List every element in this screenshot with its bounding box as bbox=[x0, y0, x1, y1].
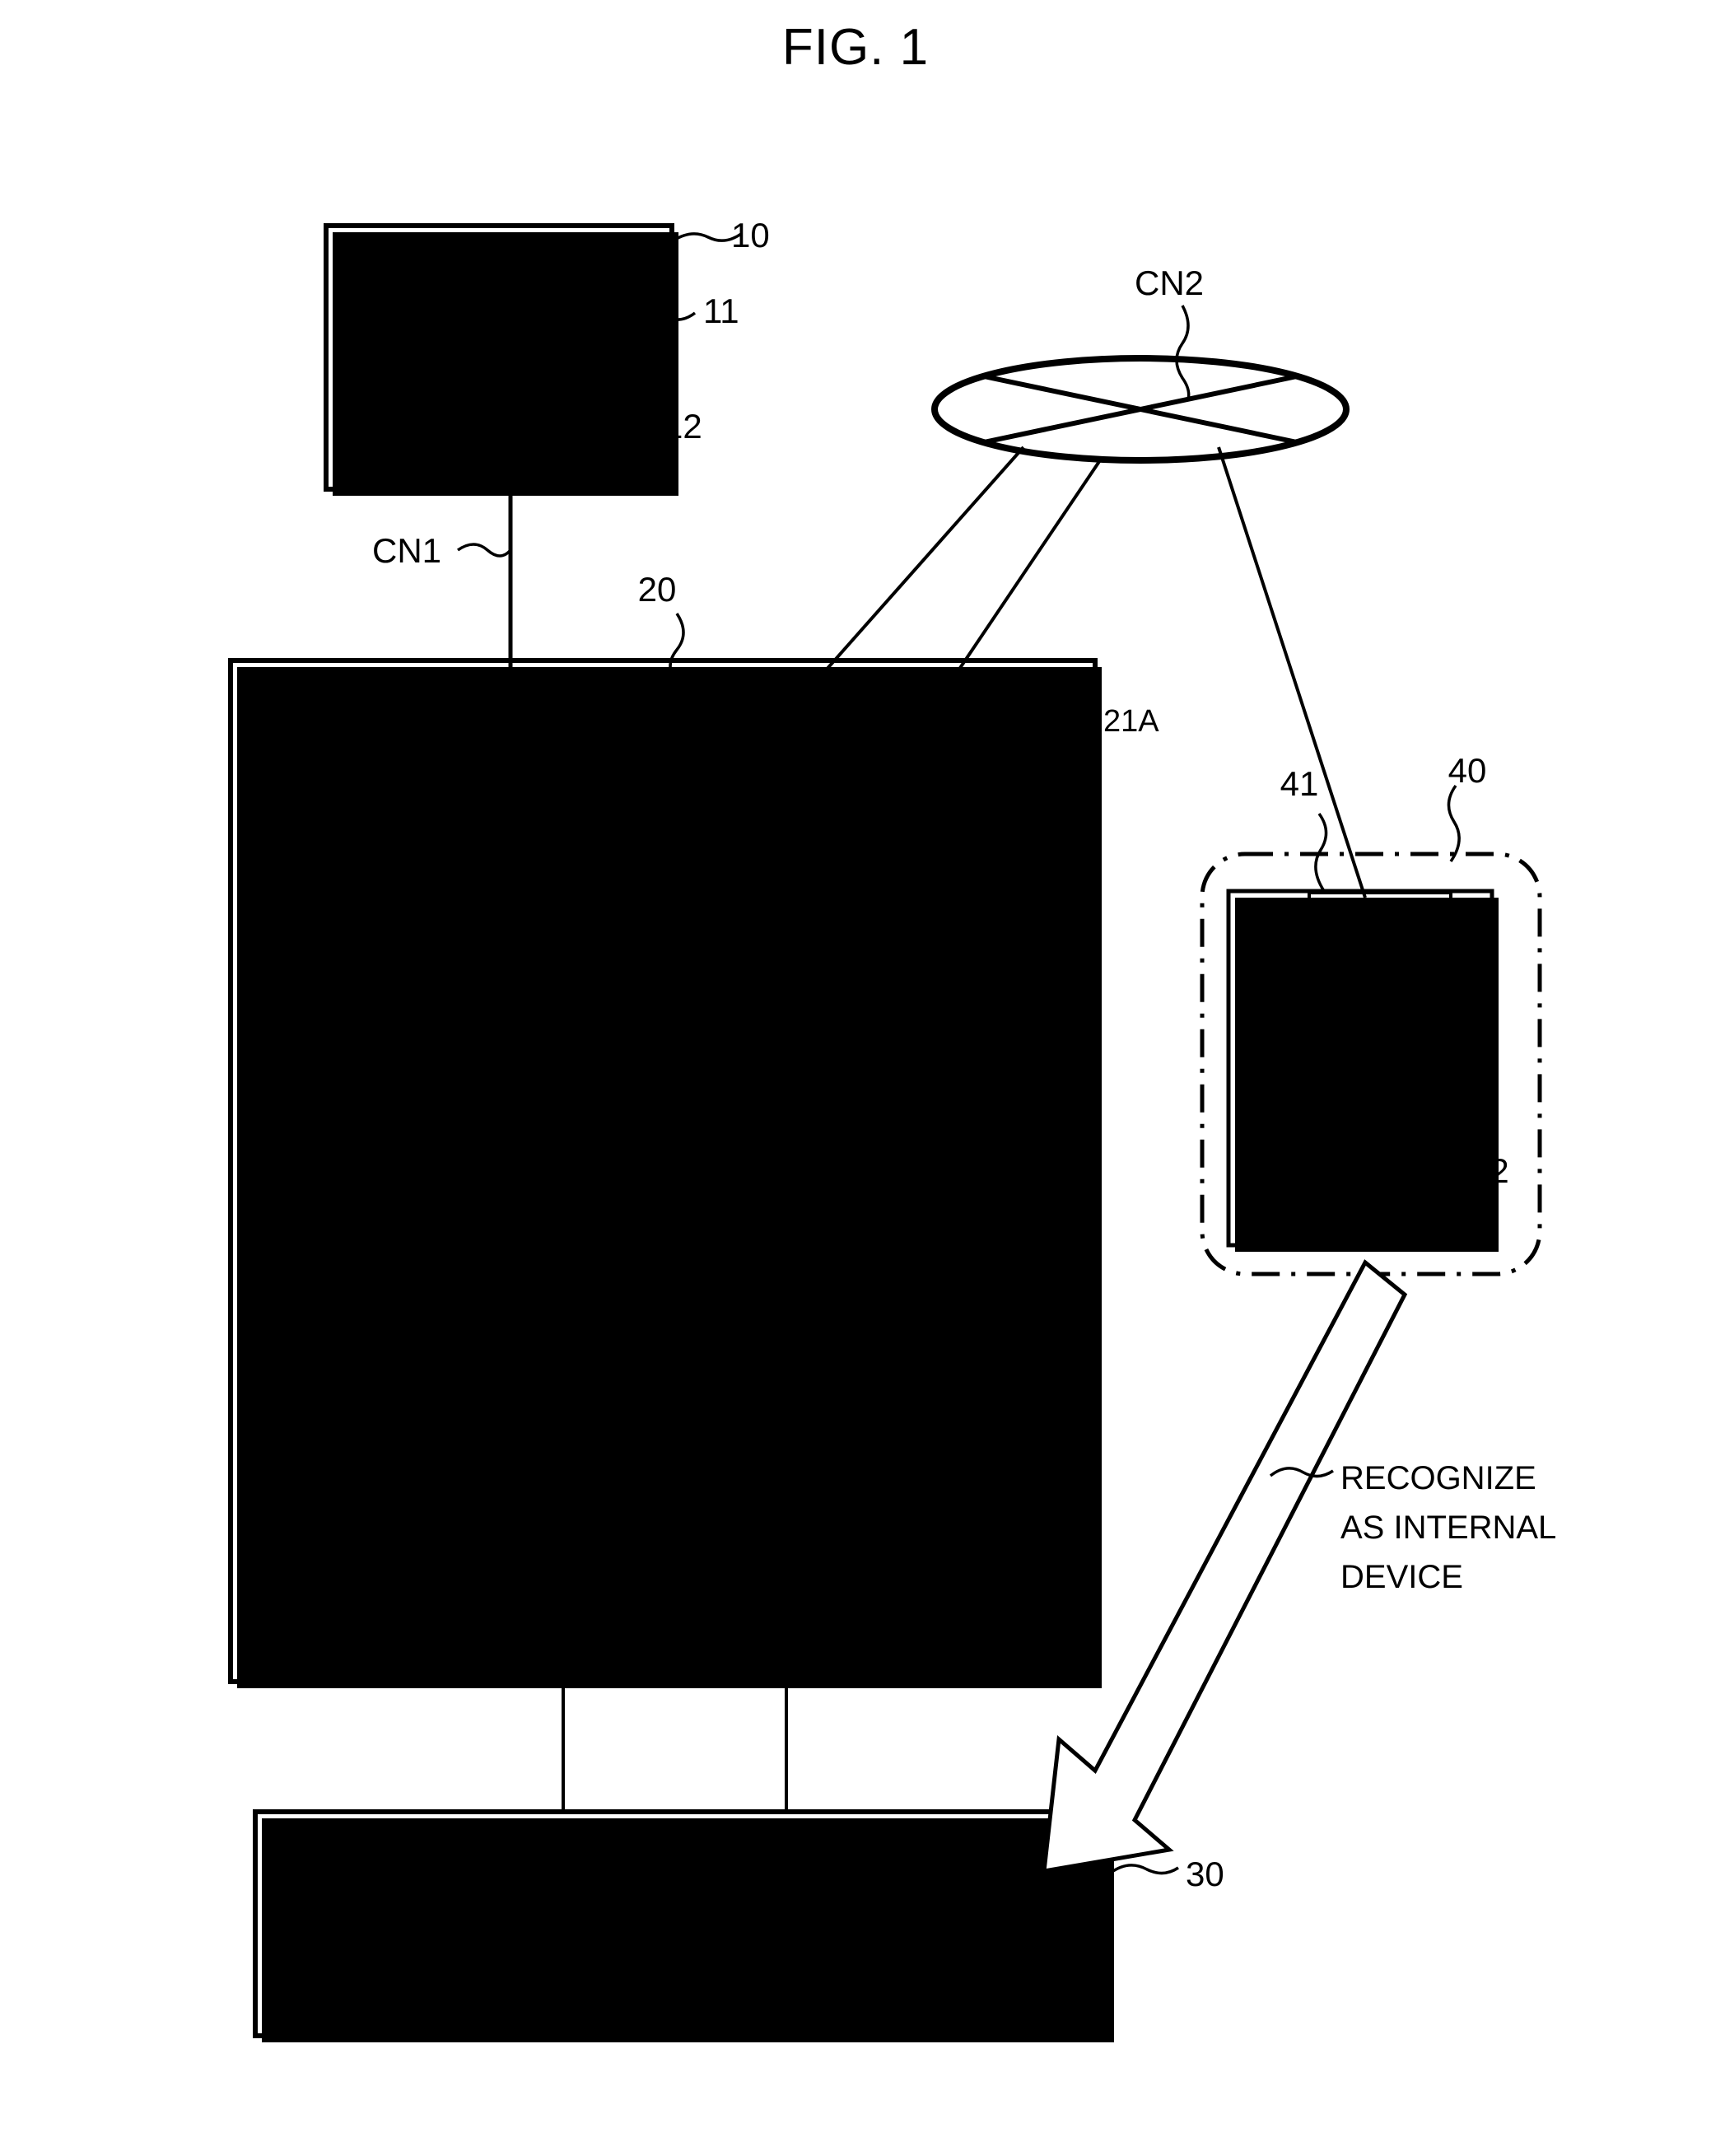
shared-memory-label-line2: MEMORY bbox=[310, 1272, 457, 1309]
connecting-section-ref-number: 26 bbox=[1002, 983, 1041, 1022]
cu-label: CU bbox=[357, 951, 404, 987]
cu-ref-number: 23 bbox=[356, 792, 394, 831]
cn1-label: CN1 bbox=[372, 531, 441, 570]
internal-storage-ellipsis: É bbox=[780, 1878, 805, 1920]
dka2-port-ref-number: 22A bbox=[932, 1617, 988, 1651]
external-disk-ref-number: 42 bbox=[1471, 1151, 1509, 1190]
cha1-ref-number: 21 bbox=[478, 1029, 517, 1068]
cha3-port-ref-number: 21A bbox=[1103, 704, 1159, 739]
cha2-label: CHA bbox=[752, 829, 822, 866]
dka1-label: DKA bbox=[499, 1508, 567, 1544]
figure-title: FIG. 1 bbox=[782, 19, 929, 76]
cha1-label: CHA bbox=[486, 829, 556, 866]
external-storage-device: PORT 41 40 42 bbox=[1200, 751, 1542, 1276]
cha-ellipsis: É bbox=[620, 738, 646, 781]
host-computer: APPLICATION HBA 10 11 12 bbox=[324, 216, 770, 496]
internal-storage-ref-leader bbox=[1109, 1864, 1179, 1875]
cha3-label: CHA bbox=[919, 829, 989, 866]
internal-storage-shadow bbox=[262, 1818, 1114, 2042]
application-ref-number: 11 bbox=[703, 292, 739, 330]
cn1-leader bbox=[456, 543, 512, 558]
real-volume-ref-number: 31 bbox=[268, 1940, 306, 1979]
hba-label: HBA bbox=[475, 418, 543, 455]
cache-memory-ref-number: 24 bbox=[941, 1458, 980, 1496]
dka1-ref-number: 22 bbox=[562, 1375, 601, 1414]
cn2-link-to-external bbox=[1217, 446, 1367, 898]
mapping-table-label-line1: MAPPING bbox=[308, 1340, 459, 1376]
internal-storage-ref-number: 30 bbox=[1186, 1855, 1224, 1893]
cha2-port-label: PORT bbox=[745, 732, 827, 766]
cha3-ref-number: 21 bbox=[911, 1029, 950, 1068]
storage-system-ref-number: 20 bbox=[638, 570, 677, 609]
virtual-volume-a-ref-number: 32 bbox=[734, 1932, 773, 1971]
external-port-ref-number: 41 bbox=[1280, 764, 1319, 803]
cha2-ref-number: 21 bbox=[744, 1029, 783, 1068]
host-ref-number: 10 bbox=[731, 216, 770, 254]
application-label: APPLICATION bbox=[385, 304, 601, 340]
cha1-port-ref-number: 21A bbox=[310, 729, 366, 763]
patent-figure-page: FIG. 1 APPLICATION HBA 10 11 12 CN1 CN2 … bbox=[0, 0, 1711, 2156]
cha3-port-label: PORT bbox=[912, 732, 994, 766]
dka1-port-label: PORT bbox=[494, 1617, 576, 1650]
cache-memory-label-line1: CACHE bbox=[907, 1262, 1023, 1299]
shared-memory-ref-number: 25 bbox=[259, 1522, 298, 1561]
figure-canvas: FIG. 1 APPLICATION HBA 10 11 12 CN1 CN2 … bbox=[228, 19, 1556, 2042]
storage-system: 20 PORT CHA 21A 21 É PORT CHA 21 PORT CH… bbox=[228, 570, 1159, 1812]
dka1-port-ref-number: 22A bbox=[336, 1620, 392, 1654]
external-port-label: PORT bbox=[1339, 908, 1420, 942]
recognize-annotation-line1: RECOGNIZE bbox=[1340, 1460, 1536, 1496]
cache-memory-label-line2: MEMORY bbox=[891, 1307, 1038, 1343]
external-storage-ref-number: 40 bbox=[1448, 751, 1487, 790]
shared-memory-label-line1: SHARED bbox=[315, 1231, 453, 1267]
recognize-annotation-line3: DEVICE bbox=[1340, 1559, 1463, 1595]
hba-ref-number: 12 bbox=[664, 407, 702, 446]
external-storage-ref-leader bbox=[1447, 784, 1461, 862]
virtual-volume-b-ref-number: 32 bbox=[1041, 1927, 1079, 1966]
dka2-ref-number: 22 bbox=[816, 1375, 855, 1414]
recognize-annotation: RECOGNIZE AS INTERNAL DEVICE bbox=[1042, 1259, 1556, 1874]
connecting-section-label: CONNECTING SECTION bbox=[483, 1116, 860, 1152]
cha1-port-label: PORT bbox=[479, 732, 561, 766]
cn2-label: CN2 bbox=[1135, 264, 1204, 302]
dka2-port-label: PORT bbox=[748, 1617, 829, 1650]
recognize-annotation-line2: AS INTERNAL bbox=[1340, 1510, 1556, 1546]
dka2-label: DKA bbox=[753, 1508, 821, 1544]
cn2-leader bbox=[1175, 305, 1191, 400]
mapping-table-label-line2: TABLE bbox=[333, 1384, 435, 1421]
mapping-table-ref-number: Tm bbox=[328, 1514, 373, 1549]
dka-ellipsis: É bbox=[649, 1540, 674, 1583]
